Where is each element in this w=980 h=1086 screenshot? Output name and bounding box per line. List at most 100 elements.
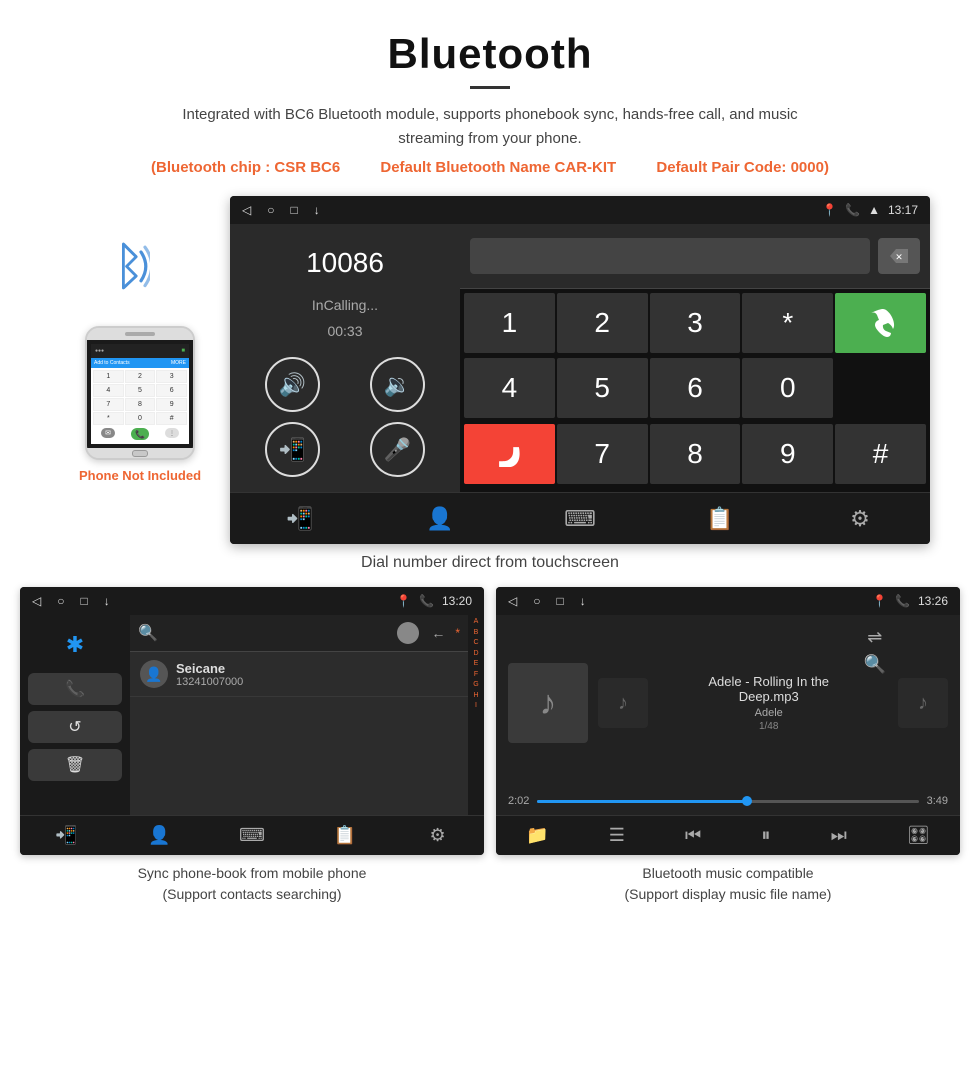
phone-aside: ●●● ■ Add to ContactsMORE 123 456 789 *0… xyxy=(50,196,230,483)
phonebook-screen: ✱ 📞 ↺ 🗑 🔍 ← * 👤 xyxy=(20,615,484,815)
music-time: 13:26 xyxy=(918,594,948,608)
header-divider xyxy=(470,86,510,89)
pb-nav-calls[interactable]: 📲 xyxy=(41,816,91,856)
pb-home-icon[interactable]: ○ xyxy=(57,594,64,608)
pb-nav-settings[interactable]: ⚙ xyxy=(413,816,463,856)
pb-back-arrow-icon[interactable]: ← xyxy=(431,625,445,641)
bluetooth-icon-wrap xyxy=(100,236,180,316)
music-nav-list[interactable]: ☰ xyxy=(609,825,625,846)
pb-letter-c[interactable]: C xyxy=(468,638,484,649)
pb-letter-b[interactable]: B xyxy=(468,628,484,639)
pb-square-icon[interactable]: □ xyxy=(80,594,87,608)
music-back-icon[interactable]: ◁ xyxy=(508,594,517,608)
phonebook-caption: Sync phone-book from mobile phone(Suppor… xyxy=(138,863,367,905)
pb-delete-btn[interactable]: 🗑 xyxy=(28,749,122,781)
time-total: 3:49 xyxy=(927,795,948,807)
pb-nav-contacts[interactable]: 👤 xyxy=(134,816,184,856)
pb-contact-item[interactable]: 👤 Seicane 13241007000 xyxy=(130,652,468,697)
volume-down-button[interactable]: 🔉 xyxy=(370,357,425,412)
progress-track[interactable] xyxy=(537,800,918,803)
song-title: Adele - Rolling In the Deep.mp3 xyxy=(686,674,852,704)
music-nav-eq[interactable]: 🎛 xyxy=(907,825,930,846)
call-timer: 00:33 xyxy=(245,323,445,339)
music-home-icon[interactable]: ○ xyxy=(533,594,540,608)
back-nav-icon[interactable]: ◁ xyxy=(242,203,251,217)
nav-keypad-icon[interactable]: ⌨ xyxy=(555,499,605,539)
nav-contacts-icon[interactable]: 👤 xyxy=(415,499,465,539)
spec-pair: Default Pair Code: 0000) xyxy=(656,159,829,176)
pb-nav-keypad[interactable]: ⌨ xyxy=(227,816,277,856)
status-right: 📍 📞 ▲ 13:17 xyxy=(822,203,918,217)
pb-letter-d[interactable]: D xyxy=(468,649,484,660)
key-8[interactable]: 8 xyxy=(650,424,741,484)
wifi-icon: ▲ xyxy=(868,203,880,217)
pb-letter-g[interactable]: G xyxy=(468,680,484,691)
key-6[interactable]: 6 xyxy=(650,358,741,418)
pb-phone-btn[interactable]: 📞 xyxy=(28,673,122,705)
call-button[interactable] xyxy=(835,293,926,353)
transfer-button[interactable]: 📲 xyxy=(265,422,320,477)
pb-loc-icon: 📍 xyxy=(396,594,411,608)
music-nav-next[interactable]: ⏭ xyxy=(831,825,847,846)
pb-letter-f[interactable]: F xyxy=(468,670,484,681)
pb-bottom-nav: 📲 👤 ⌨ 📋 ⚙ xyxy=(20,815,484,855)
music-nav-folder[interactable]: 📁 xyxy=(526,825,548,846)
description-text: Integrated with BC6 Bluetooth module, su… xyxy=(150,103,830,151)
page-title: Bluetooth xyxy=(20,30,960,78)
volume-up-button[interactable]: 🔊 xyxy=(265,357,320,412)
phonebook-screen-block: ◁ ○ □ ↓ 📍 📞 13:20 ✱ 📞 ↺ 🗑 xyxy=(20,587,484,905)
key-1[interactable]: 1 xyxy=(464,293,555,353)
nav-transfer-icon[interactable]: 📋 xyxy=(695,499,745,539)
bluetooth-signal-icon xyxy=(100,236,150,296)
pb-letter-i[interactable]: I xyxy=(468,701,484,712)
pb-contact-info: Seicane 13241007000 xyxy=(176,661,243,688)
pb-dl-icon: ↓ xyxy=(104,594,110,608)
recents-nav-icon[interactable]: □ xyxy=(290,203,297,217)
number-input-field[interactable] xyxy=(470,238,870,274)
key-9[interactable]: 9 xyxy=(742,424,833,484)
key-3[interactable]: 3 xyxy=(650,293,741,353)
nav-settings-icon[interactable]: ⚙ xyxy=(835,499,885,539)
music-controls-right: ⇌ 🔍 xyxy=(864,627,886,779)
music-album-area: ♪ ♪ xyxy=(508,627,674,779)
phonebook-car-screen: ◁ ○ □ ↓ 📍 📞 13:20 ✱ 📞 ↺ 🗑 xyxy=(20,587,484,855)
shuffle-icon[interactable]: ⇌ xyxy=(867,627,882,648)
key-hash[interactable]: # xyxy=(835,424,926,484)
music-status-bar: ◁ ○ □ ↓ 📍 📞 13:26 xyxy=(496,587,960,615)
key-5[interactable]: 5 xyxy=(557,358,648,418)
mute-button[interactable]: 🎤 xyxy=(370,422,425,477)
key-star[interactable]: * xyxy=(742,293,833,353)
pb-alpha-index: A B C D E F G H I xyxy=(468,615,484,815)
pb-sidebar: ✱ 📞 ↺ 🗑 xyxy=(20,615,130,815)
album-art-small-left: ♪ xyxy=(598,678,648,728)
key-2[interactable]: 2 xyxy=(557,293,648,353)
location-icon: 📍 xyxy=(822,203,837,217)
pb-nav-transfer[interactable]: 📋 xyxy=(320,816,370,856)
music-nav-prev[interactable]: ⏮ xyxy=(685,825,701,846)
pb-star-label: * xyxy=(455,626,460,640)
pb-letter-h[interactable]: H xyxy=(468,691,484,702)
home-nav-icon[interactable]: ○ xyxy=(267,203,274,217)
end-call-button[interactable] xyxy=(464,424,555,484)
pb-back-icon[interactable]: ◁ xyxy=(32,594,41,608)
pb-sync-btn[interactable]: ↺ xyxy=(28,711,122,743)
dialed-number: 10086 xyxy=(245,239,445,287)
key-7[interactable]: 7 xyxy=(557,424,648,484)
pb-time: 13:20 xyxy=(442,594,472,608)
key-4[interactable]: 4 xyxy=(464,358,555,418)
pb-search-field[interactable] xyxy=(166,621,389,645)
key-zero[interactable]: 0 xyxy=(742,358,833,418)
specs-line: (Bluetooth chip : CSR BC6 Default Blueto… xyxy=(20,159,960,176)
nav-calls-icon[interactable]: 📲 xyxy=(275,499,325,539)
main-screen-container: ●●● ■ Add to ContactsMORE 123 456 789 *0… xyxy=(0,186,980,544)
music-search-icon[interactable]: 🔍 xyxy=(864,654,886,675)
pb-letter-e[interactable]: E xyxy=(468,659,484,670)
phone-not-included-label: Phone Not Included xyxy=(79,468,201,483)
pb-status-bar: ◁ ○ □ ↓ 📍 📞 13:20 xyxy=(20,587,484,615)
backspace-button[interactable]: ✕ xyxy=(878,238,920,274)
progress-section: 2:02 3:49 xyxy=(496,791,960,815)
music-square-icon[interactable]: □ xyxy=(556,594,563,608)
pb-letter-a[interactable]: A xyxy=(468,617,484,628)
pb-search-icon: 🔍 xyxy=(138,623,158,643)
music-nav-play[interactable]: ⏸ xyxy=(761,825,770,846)
